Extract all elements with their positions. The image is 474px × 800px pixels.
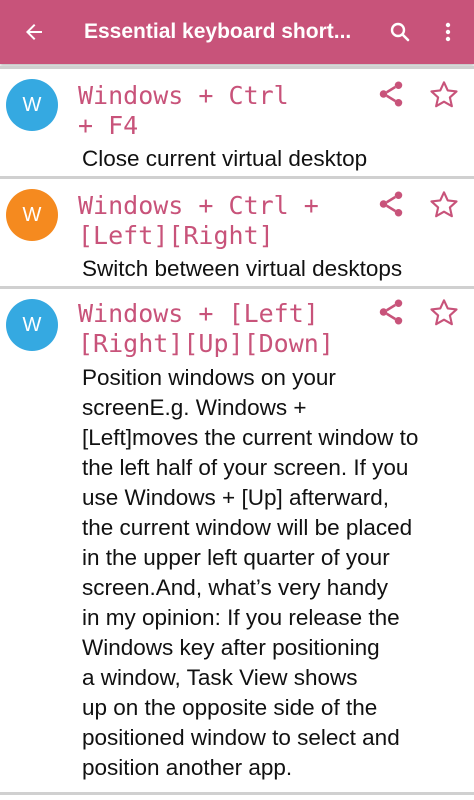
- avatar: W: [6, 299, 58, 351]
- description-text: Position windows on your screenE.g. Wind…: [82, 365, 419, 780]
- search-icon: [390, 22, 410, 42]
- more-options-button[interactable]: [428, 12, 468, 52]
- search-button[interactable]: [380, 12, 420, 52]
- shortcut-text: Windows + Ctrl + [Left][Right]: [78, 191, 319, 250]
- share-icon[interactable]: [376, 189, 406, 219]
- page-title: Essential keyboard short...: [84, 20, 352, 43]
- list-item[interactable]: W Windows + Ctrl + F4 Close current virtu…: [0, 69, 474, 174]
- arrow-back-icon: [26, 24, 42, 40]
- description-text: Switch between virtual desktops: [82, 256, 403, 281]
- share-icon[interactable]: [376, 79, 406, 109]
- list-item[interactable]: W Windows + [Left] [Right][Up][Down] Posi…: [0, 289, 474, 789]
- list-item[interactable]: W Windows + Ctrl + [Left][Right] Switch b…: [0, 179, 474, 286]
- divider: [0, 792, 474, 795]
- share-icon[interactable]: [376, 297, 406, 327]
- shortcut-text: Windows + [Left] [Right][Up][Down]: [78, 299, 334, 358]
- star-icon[interactable]: [428, 297, 460, 329]
- back-button[interactable]: [14, 12, 54, 52]
- more-vert-icon: [445, 22, 451, 42]
- description-text: Close current virtual desktop: [82, 146, 368, 171]
- avatar: W: [6, 79, 58, 131]
- shortcut-text: Windows + Ctrl + F4: [78, 81, 289, 140]
- app-bar: Essential keyboard short...: [0, 0, 474, 64]
- avatar: W: [6, 189, 58, 241]
- star-icon[interactable]: [428, 189, 460, 221]
- star-icon[interactable]: [428, 79, 460, 111]
